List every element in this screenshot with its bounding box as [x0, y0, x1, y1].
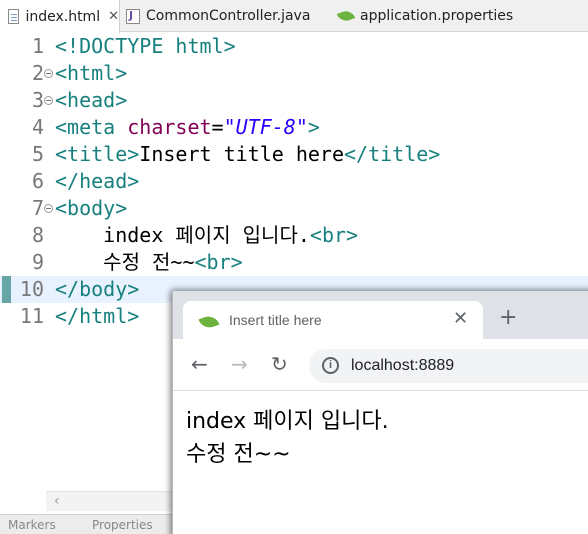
browser-toolbar: ← → ↻ i localhost:8889 [173, 339, 588, 391]
tab-label: application.properties [360, 8, 514, 24]
tab-label: CommonController.java [146, 8, 311, 24]
line-number: 10 [19, 277, 44, 301]
code-token: charset [127, 115, 212, 139]
code-text: <!DOCTYPE html> [55, 33, 236, 60]
code-token: </body> [55, 277, 140, 301]
browser-window: Insert title here ✕ + ← → ↻ i localhost:… [172, 291, 588, 534]
browser-tab-title: Insert title here [229, 312, 322, 328]
page-text-line: index 페이지 입니다. [186, 409, 389, 434]
code-line[interactable]: 3 <head> [0, 87, 588, 114]
code-token: "UTF-8" [223, 115, 308, 139]
code-token: <br> [194, 250, 243, 274]
code-token: </html> [55, 304, 140, 328]
page-text-line: 수정 전~~ [186, 442, 291, 467]
editor-tab-commoncontroller[interactable]: CommonController.java [126, 0, 331, 32]
line-number: 2 [31, 61, 44, 85]
code-line[interactable]: 9 수정 전~~<br> [0, 249, 588, 276]
tab-label: index.html [25, 8, 101, 25]
code-text: index 페이지 입니다.<br> [55, 222, 358, 249]
browser-tab-strip: Insert title here ✕ + [173, 291, 588, 339]
info-icon[interactable]: i [322, 357, 339, 374]
editor-tab-index-html[interactable]: index.html ✕ [0, 0, 120, 33]
code-text: <title>Insert title here</title> [55, 141, 440, 168]
line-number: 8 [31, 223, 44, 247]
html-file-icon [8, 9, 20, 24]
page-content: index 페이지 입니다. 수정 전~~ [173, 392, 588, 471]
code-token: <meta [55, 115, 128, 139]
spring-leaf-icon [336, 8, 356, 24]
fold-toggle-icon[interactable] [44, 69, 53, 78]
forward-icon[interactable]: → [231, 352, 248, 376]
code-line[interactable]: 1 <!DOCTYPE html> [0, 33, 588, 60]
horizontal-scrollbar[interactable]: ‹ [46, 491, 176, 511]
editor-tab-bar: index.html ✕ CommonController.java appli… [0, 0, 588, 33]
address-bar[interactable]: i localhost:8889 [309, 349, 588, 383]
reload-icon[interactable]: ↻ [271, 352, 288, 376]
code-text: </body> [55, 276, 139, 303]
code-text: </html> [55, 303, 139, 330]
code-text: 수정 전~~<br> [55, 249, 243, 276]
code-text: <html> [55, 60, 127, 87]
code-token: > [307, 115, 320, 139]
line-number: 5 [31, 142, 44, 166]
code-token: <br> [309, 223, 359, 247]
line-number: 9 [31, 250, 44, 274]
java-file-icon [126, 8, 140, 24]
code-token: 수정 전~~ [55, 250, 195, 274]
code-token: = [211, 115, 224, 139]
code-text: </head> [55, 168, 139, 195]
line-number: 11 [19, 304, 44, 328]
code-line[interactable]: 4 <meta charset="UTF-8"> [0, 114, 588, 141]
code-text: <meta charset="UTF-8"> [55, 114, 320, 141]
code-line[interactable]: 7 <body> [0, 195, 588, 222]
close-icon[interactable]: ✕ [108, 9, 119, 24]
line-number: 6 [31, 169, 44, 193]
close-tab-icon[interactable]: ✕ [453, 308, 468, 329]
code-line[interactable]: 6 </head> [0, 168, 588, 195]
code-token: <body> [55, 196, 128, 220]
fold-toggle-icon[interactable] [44, 204, 53, 213]
code-token: <!DOCTYPE html> [55, 34, 236, 58]
panel-tab-properties[interactable]: Properties [92, 518, 153, 532]
code-token: <html> [55, 61, 128, 85]
spring-favicon-icon [198, 313, 220, 331]
line-number: 1 [31, 34, 44, 58]
scroll-left-icon[interactable]: ‹ [54, 493, 60, 509]
code-line[interactable]: 5 <title>Insert title here</title> [0, 141, 588, 168]
code-token: </title> [344, 142, 441, 166]
new-tab-icon[interactable]: + [499, 305, 517, 330]
code-text: <head> [55, 87, 127, 114]
browser-tab[interactable]: Insert title here ✕ [183, 301, 483, 339]
panel-tab-markers[interactable]: Markers [8, 518, 56, 532]
code-line[interactable]: 2 <html> [0, 60, 588, 87]
url-text: localhost:8889 [351, 357, 455, 374]
line-number: 3 [31, 88, 44, 112]
code-line[interactable]: 8 index 페이지 입니다.<br> [0, 222, 588, 249]
code-token: <head> [55, 88, 128, 112]
line-number: 7 [31, 196, 44, 220]
back-icon[interactable]: ← [191, 352, 208, 376]
editor-tab-application-properties[interactable]: application.properties [336, 0, 538, 32]
code-token: index 페이지 입니다. [55, 223, 310, 247]
line-number: 4 [31, 115, 44, 139]
code-token: <title> [55, 142, 140, 166]
code-token: </head> [55, 169, 140, 193]
code-text: <body> [55, 195, 127, 222]
code-token: Insert title here [139, 142, 344, 166]
fold-toggle-icon[interactable] [44, 96, 53, 105]
